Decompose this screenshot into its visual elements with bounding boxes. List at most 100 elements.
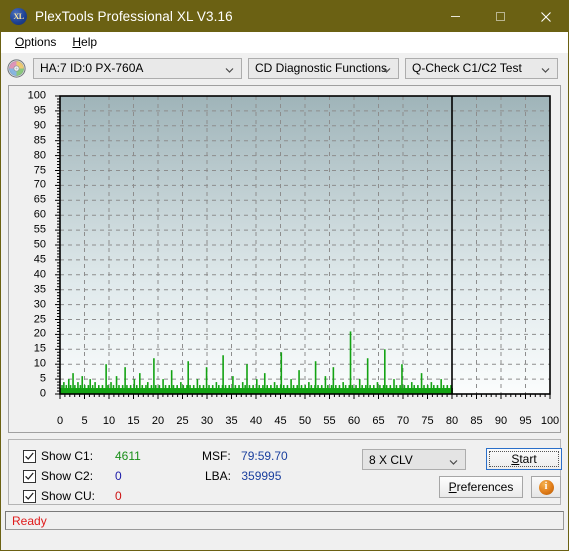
chart-panel: 0 5 10 15 20 25 30 35 40 45 50 55 60 65 70 75 80 85 90 95 10… <box>8 85 561 433</box>
chevron-down-icon <box>225 64 234 73</box>
drive-selector-value: HA:7 ID:0 PX-760A <box>40 61 144 75</box>
y-axis-labels: 0 5 10 15 20 25 30 35 40 45 50 55 60 65 70 75 80 85 90 95 10… <box>9 86 49 432</box>
status-text: Ready <box>12 513 47 528</box>
controls-panel: Show C1: 4611 Show C2: 0 Show CU: 0 MSF:… <box>8 439 562 505</box>
test-selector-value: Q-Check C1/C2 Test <box>412 61 522 75</box>
y-tick-label: 80 <box>33 149 46 162</box>
cu-value: 0 <box>115 489 122 503</box>
x-tick-label: 65 <box>372 415 385 427</box>
menu-item-options[interactable]: Options <box>7 32 64 53</box>
window-title: PlexTools Professional XL V3.16 <box>35 9 233 24</box>
start-button[interactable]: Start <box>486 448 562 470</box>
x-tick-label: 55 <box>323 415 336 427</box>
menu-item-help[interactable]: Help <box>64 32 105 53</box>
x-tick-label: 0 <box>56 415 64 427</box>
y-tick-label: 100 <box>27 89 46 102</box>
status-bar: Ready <box>5 511 564 530</box>
c2-value: 0 <box>115 469 122 483</box>
y-tick-label: 0 <box>39 387 46 400</box>
y-tick-label: 60 <box>33 208 46 221</box>
close-icon[interactable] <box>523 1 568 32</box>
chart: 0 5 10 15 20 25 30 35 40 45 50 55 60 65 70 75 80 85 90 95 10… <box>9 86 560 432</box>
y-tick-label: 20 <box>33 327 46 340</box>
y-tick-label: 75 <box>33 164 46 176</box>
function-selector[interactable]: CD Diagnostic Functions <box>248 57 399 79</box>
menu-bar: Options Help <box>1 32 568 53</box>
show-cu-label: Show CU: <box>41 489 96 503</box>
x-tick-label: 70 <box>396 415 410 427</box>
maximize-icon[interactable] <box>478 1 523 32</box>
show-c1-label: Show C1: <box>41 449 94 463</box>
disc-icon <box>7 58 26 78</box>
x-tick-label: 85 <box>470 415 483 427</box>
y-tick-label: 55 <box>33 223 46 236</box>
x-tick-label: 30 <box>200 415 214 427</box>
title-bar: XL PlexTools Professional XL V3.16 <box>1 1 568 32</box>
show-c2-label: Show C2: <box>41 469 94 483</box>
msf-readout: MSF: 79:59.70 <box>202 449 288 463</box>
msf-label: MSF: <box>202 449 231 463</box>
y-tick-label: 35 <box>33 283 46 296</box>
info-button[interactable]: i <box>531 476 561 498</box>
y-tick-label: 25 <box>33 313 46 325</box>
lba-value: 359995 <box>241 469 282 483</box>
preferences-button[interactable]: Preferences <box>439 476 523 498</box>
x-tick-label: 95 <box>519 415 532 427</box>
show-c2-row[interactable]: Show C2: 0 <box>23 469 122 483</box>
show-c1-checkbox[interactable] <box>23 449 36 463</box>
y-tick-label: 90 <box>33 119 46 132</box>
info-icon: i <box>538 479 554 495</box>
toolbar: HA:7 ID:0 PX-760A CD Diagnostic Function… <box>1 53 568 83</box>
minimize-icon[interactable] <box>433 1 478 32</box>
x-tick-label: 5 <box>81 415 88 427</box>
show-cu-row[interactable]: Show CU: 0 <box>23 489 122 503</box>
x-tick-label: 40 <box>249 415 263 427</box>
y-tick-label: 65 <box>33 193 46 206</box>
x-tick-label: 90 <box>494 415 508 427</box>
x-tick-label: 80 <box>445 415 459 427</box>
app-icon: XL <box>10 8 27 25</box>
chevron-down-icon <box>541 64 550 73</box>
chevron-down-icon <box>382 64 391 73</box>
y-tick-label: 30 <box>33 298 46 311</box>
x-tick-label: 45 <box>274 415 287 427</box>
y-tick-label: 50 <box>33 238 46 251</box>
y-tick-label: 45 <box>33 253 46 266</box>
y-tick-label: 70 <box>33 178 46 191</box>
y-tick-label: 5 <box>39 372 46 385</box>
show-c2-checkbox[interactable] <box>23 469 36 483</box>
show-c1-row[interactable]: Show C1: 4611 <box>23 449 141 463</box>
preferences-accel: P <box>448 480 457 494</box>
x-tick-label: 20 <box>151 415 165 427</box>
y-tick-label: 10 <box>33 357 46 370</box>
window-controls <box>433 1 568 32</box>
preferences-label-rest: references <box>456 480 514 494</box>
msf-value: 79:59.70 <box>241 449 288 463</box>
speed-selector[interactable]: 8 X CLV <box>362 449 466 470</box>
application-window: XL PlexTools Professional XL V3.16 Optio… <box>0 0 569 551</box>
c1-value: 4611 <box>115 449 141 463</box>
show-cu-checkbox[interactable] <box>23 489 36 503</box>
x-tick-label: 15 <box>127 415 140 427</box>
x-tick-label: 25 <box>176 415 189 427</box>
y-tick-label: 40 <box>33 268 46 281</box>
start-label-rest: tart <box>519 452 537 466</box>
x-tick-label: 100 <box>540 415 560 427</box>
x-tick-label: 35 <box>225 415 238 427</box>
chevron-down-icon <box>449 455 458 465</box>
y-tick-label: 85 <box>33 134 46 147</box>
x-tick-label: 50 <box>298 415 312 427</box>
y-tick-label: 95 <box>33 104 46 117</box>
y-tick-label: 15 <box>33 342 46 355</box>
x-tick-label: 10 <box>102 415 116 427</box>
x-axis-labels: 0 5 10 15 20 25 30 35 40 45 50 55 60 65 70 75 80 85 90 95 10… <box>9 416 560 430</box>
speed-selector-value: 8 X CLV <box>369 452 413 467</box>
function-selector-value: CD Diagnostic Functions <box>255 61 388 75</box>
x-tick-label: 60 <box>347 415 361 427</box>
lba-readout: LBA: 359995 <box>205 469 281 483</box>
test-selector[interactable]: Q-Check C1/C2 Test <box>405 57 558 79</box>
lba-label: LBA: <box>205 469 232 483</box>
drive-selector[interactable]: HA:7 ID:0 PX-760A <box>33 57 242 79</box>
x-tick-label: 75 <box>421 415 434 427</box>
chart-plot <box>55 95 551 399</box>
